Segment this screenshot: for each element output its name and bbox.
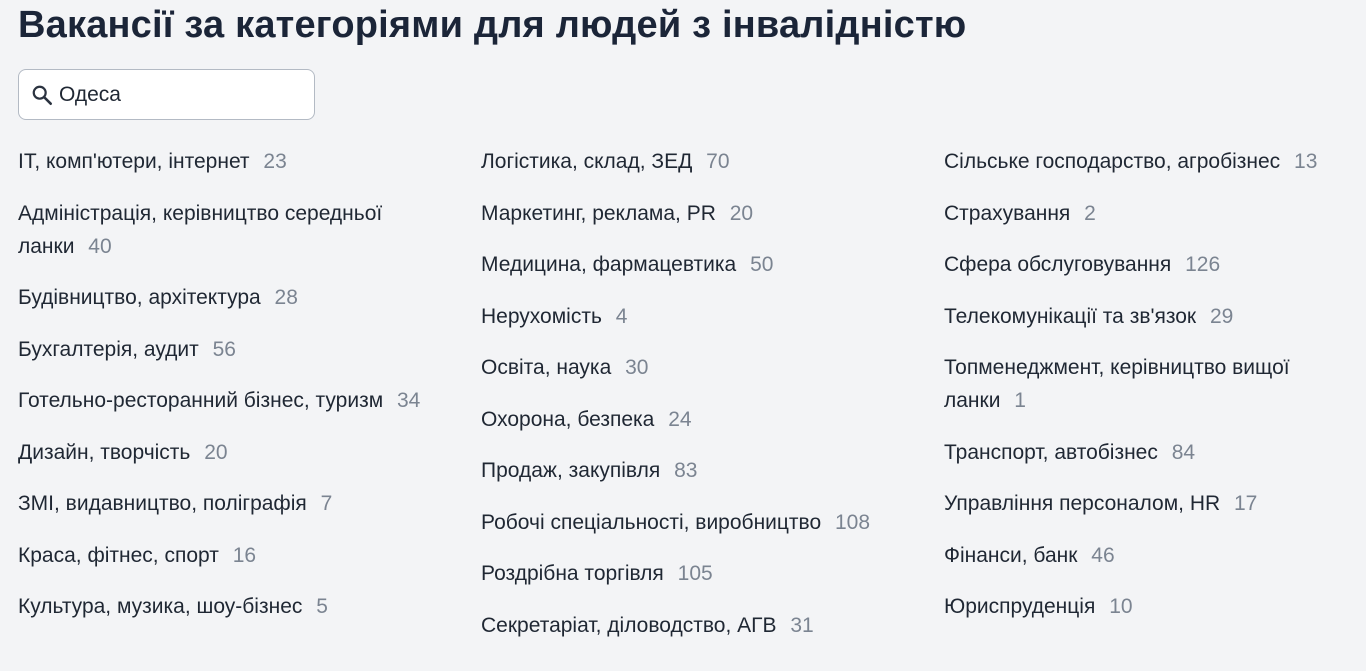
category-link[interactable]: Сфера обслуговування 126 <box>944 248 1349 281</box>
category-count: 30 <box>625 356 649 379</box>
category-link[interactable]: Бухгалтерія, аудит 56 <box>18 333 443 366</box>
category-count: 1 <box>1014 389 1026 412</box>
category-link[interactable]: Юриспруденція 10 <box>944 590 1349 623</box>
category-count: 31 <box>790 613 814 637</box>
category-count: 70 <box>706 150 730 173</box>
category-name: Сфера обслуговування <box>944 253 1172 276</box>
search-input[interactable] <box>59 82 279 107</box>
category-name: Маркетинг, реклама, PR <box>481 201 716 225</box>
category-name: Управління персоналом, HR <box>944 492 1221 515</box>
category-link[interactable]: Транспорт, автобізнес 84 <box>944 436 1349 469</box>
category-count: 2 <box>1084 201 1096 225</box>
category-count: 34 <box>397 389 421 412</box>
category-name: ЗМІ, видавництво, поліграфія <box>18 492 307 515</box>
category-name: Освіта, наука <box>481 356 612 379</box>
category-column-1: IT, комп'ютери, інтернет 23 Адміністрація… <box>18 145 443 642</box>
category-column-2: Логістика, склад, ЗЕД 70 Маркетинг, рекла… <box>481 145 906 660</box>
category-link[interactable]: Маркетинг, реклама, PR 20 <box>481 197 906 230</box>
category-link[interactable]: Сільське господарство, агробізнес 13 <box>944 145 1349 178</box>
category-link[interactable]: Продаж, закупівля 83 <box>481 454 906 487</box>
category-count: 84 <box>1171 440 1196 464</box>
category-link[interactable]: Роздрібна торгівля 105 <box>481 557 906 590</box>
category-name: Бухгалтерія, аудит <box>18 337 199 361</box>
category-name: Логістика, склад, ЗЕД <box>481 150 693 173</box>
category-name: Робочі спеціальності, виробництво <box>481 510 822 534</box>
category-name: Топменеджмент, керівництво вищої ланки <box>944 356 1290 412</box>
category-link[interactable]: Медицина, фармацевтика 50 <box>481 248 906 281</box>
category-count: 7 <box>320 492 333 515</box>
category-count: 17 <box>1234 492 1258 515</box>
category-count: 50 <box>750 253 774 276</box>
category-count: 20 <box>729 201 754 225</box>
category-link[interactable]: IT, комп'ютери, інтернет 23 <box>18 145 443 178</box>
category-count: 126 <box>1185 253 1221 276</box>
category-link[interactable]: Дизайн, творчість 20 <box>18 436 443 469</box>
category-link[interactable]: Фінанси, банк 46 <box>944 539 1349 572</box>
category-name: Роздрібна торгівля <box>481 562 664 585</box>
category-name: Телекомунікації та зв'язок <box>944 304 1197 328</box>
category-link[interactable]: Готельно-ресторанний бізнес, туризм 34 <box>18 384 443 417</box>
category-name: Сільське господарство, агробізнес <box>944 150 1281 173</box>
category-count: 24 <box>668 407 692 431</box>
category-link[interactable]: Культура, музика, шоу-бізнес 5 <box>18 590 443 623</box>
category-name: Страхування <box>944 201 1071 225</box>
category-name: Краса, фітнес, спорт <box>18 543 219 567</box>
category-name: Продаж, закупівля <box>481 459 661 482</box>
search-icon <box>32 85 52 105</box>
category-link[interactable]: Страхування 2 <box>944 197 1349 230</box>
category-count: 4 <box>615 304 628 328</box>
category-link[interactable]: Краса, фітнес, спорт 16 <box>18 539 443 572</box>
category-count: 56 <box>212 337 236 361</box>
category-name: Секретаріат, діловодство, АГВ <box>481 613 777 637</box>
category-link[interactable]: Будівництво, архітектура 28 <box>18 281 443 314</box>
category-count: 16 <box>232 543 257 567</box>
category-name: Транспорт, автобізнес <box>944 440 1158 464</box>
category-count: 13 <box>1294 150 1318 173</box>
category-name: Юриспруденція <box>944 595 1096 618</box>
category-name: IT, комп'ютери, інтернет <box>18 150 250 173</box>
category-count: 105 <box>677 562 713 585</box>
category-link[interactable]: Логістика, склад, ЗЕД 70 <box>481 145 906 178</box>
category-column-3: Сільське господарство, агробізнес 13 Стра… <box>944 145 1349 642</box>
page-title: Вакансії за категоріями для людей з інва… <box>18 4 967 46</box>
category-count: 28 <box>274 286 298 309</box>
category-name: Готельно-ресторанний бізнес, туризм <box>18 389 384 412</box>
category-count: 46 <box>1091 543 1115 567</box>
category-name: Фінанси, банк <box>944 543 1078 567</box>
search-box[interactable] <box>18 69 315 120</box>
category-count: 23 <box>263 150 287 173</box>
category-link[interactable]: Управління персоналом, HR 17 <box>944 487 1349 520</box>
category-name: Охорона, безпека <box>481 407 655 431</box>
category-count: 5 <box>316 595 328 618</box>
category-name: Нерухомість <box>481 304 602 328</box>
category-link[interactable]: Охорона, безпека 24 <box>481 403 906 436</box>
category-count: 10 <box>1109 595 1133 618</box>
category-link[interactable]: Освіта, наука 30 <box>481 351 906 384</box>
category-count: 108 <box>835 510 871 534</box>
category-name: Адміністрація, керівництво середньої лан… <box>18 201 383 258</box>
category-name: Медицина, фармацевтика <box>481 253 737 276</box>
category-count: 20 <box>204 440 228 464</box>
category-link[interactable]: ЗМІ, видавництво, поліграфія 7 <box>18 487 443 520</box>
category-link[interactable]: Адміністрація, керівництво середньої лан… <box>18 197 443 263</box>
category-link[interactable]: Робочі спеціальності, виробництво 108 <box>481 506 906 539</box>
category-count: 29 <box>1209 304 1234 328</box>
category-name: Будівництво, архітектура <box>18 286 261 309</box>
category-link[interactable]: Топменеджмент, керівництво вищої ланки 1 <box>944 351 1349 417</box>
category-name: Культура, музика, шоу-бізнес <box>18 595 303 618</box>
category-link[interactable]: Телекомунікації та зв'язок 29 <box>944 300 1349 333</box>
category-link[interactable]: Секретаріат, діловодство, АГВ 31 <box>481 609 906 642</box>
category-count: 83 <box>674 459 698 482</box>
category-name: Дизайн, творчість <box>18 440 191 464</box>
category-count: 40 <box>88 234 112 258</box>
category-link[interactable]: Нерухомість 4 <box>481 300 906 333</box>
